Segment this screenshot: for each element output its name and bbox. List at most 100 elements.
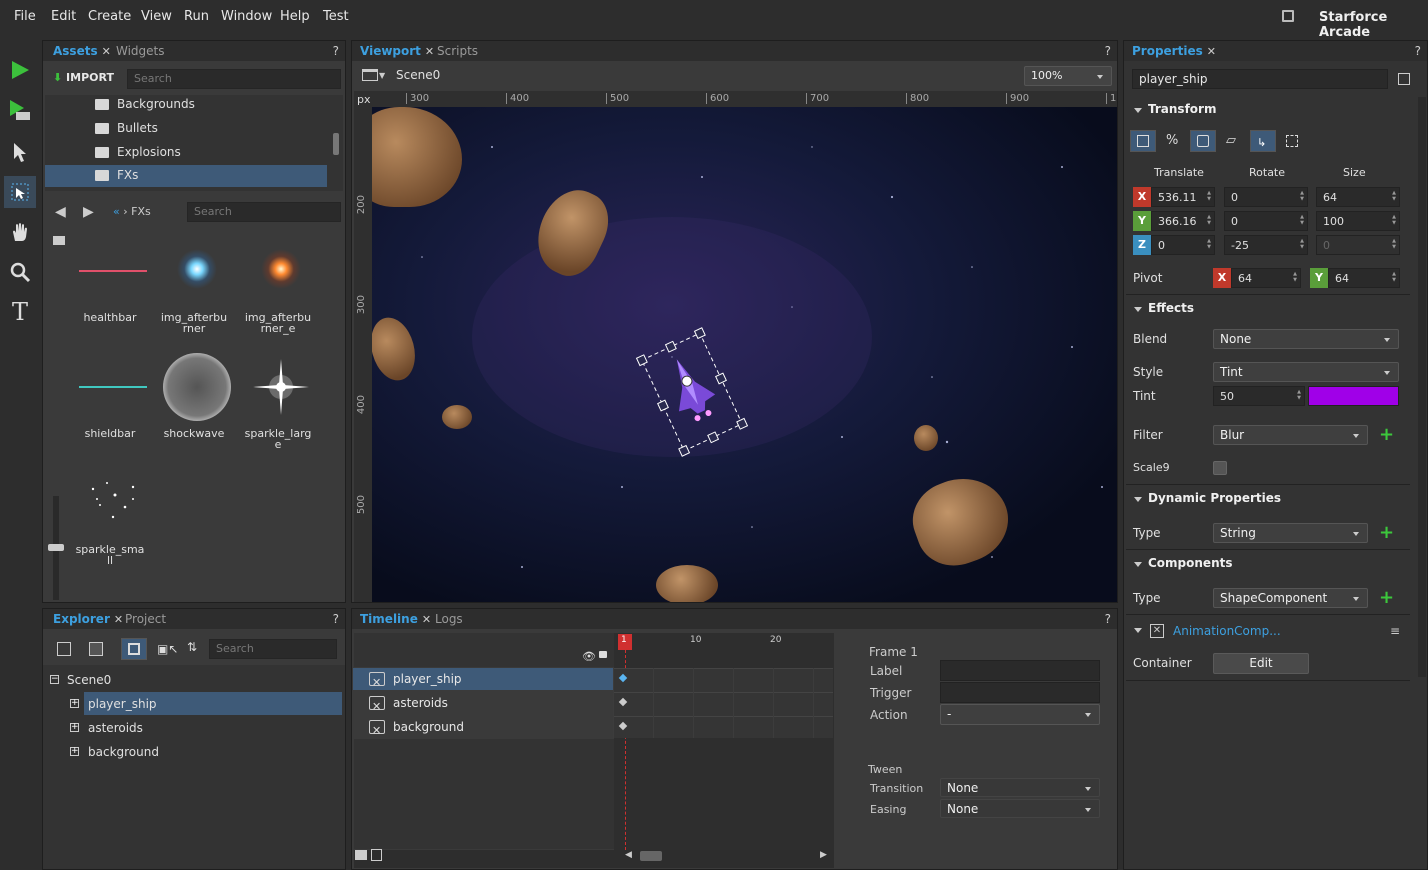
text-tool-icon[interactable]: T (4, 296, 36, 328)
save-icon[interactable] (1282, 10, 1294, 22)
shockwave-thumbnail[interactable] (163, 353, 231, 421)
filter-select-icon[interactable]: ▣↖ (157, 642, 178, 656)
folder-bullets[interactable]: Bullets (95, 121, 158, 141)
frame-label-input[interactable] (940, 660, 1100, 681)
edit-container-button[interactable]: Edit (1213, 653, 1309, 674)
action-select[interactable]: - (940, 704, 1100, 725)
folder-explosions[interactable]: Explosions (95, 145, 181, 165)
timeline-row-player-ship[interactable]: player_ship (353, 668, 613, 694)
select-mode-icon[interactable] (121, 638, 147, 660)
easing-select[interactable]: None (940, 799, 1100, 818)
hand-icon[interactable] (4, 216, 36, 248)
menu-test[interactable]: Test (323, 9, 349, 24)
tree-item-scene0[interactable]: Scene0 (67, 673, 111, 687)
tab-widgets[interactable]: Widgets (116, 44, 165, 58)
copy-icon[interactable] (1398, 73, 1410, 85)
frame-grid[interactable] (614, 633, 834, 857)
scroll-right-icon[interactable]: ▶ (820, 850, 827, 860)
asteroid[interactable] (656, 565, 718, 602)
new-item-icon[interactable] (57, 642, 71, 656)
visibility-icon[interactable]: 👁 (582, 650, 596, 663)
import-button[interactable]: ⬇ IMPORT (53, 71, 114, 84)
thumbnail-size-slider[interactable] (48, 496, 64, 600)
add-dynamic-property-icon[interactable]: + (1379, 524, 1394, 542)
animation-component-title[interactable]: AnimationComp... (1173, 624, 1281, 638)
keyframe-grid[interactable] (613, 668, 833, 738)
translate-z-field[interactable]: 0 (1151, 235, 1215, 255)
select-arrow-icon[interactable] (4, 136, 36, 168)
component-menu-icon[interactable]: ≡ (1390, 624, 1400, 638)
scrollbar-handle[interactable] (640, 851, 662, 861)
rotate-x-field[interactable]: 0 (1224, 187, 1308, 207)
folder-icon[interactable] (53, 236, 65, 245)
transform-section-header[interactable]: Transform (1126, 102, 1410, 124)
add-filter-icon[interactable]: + (1379, 426, 1394, 444)
bounds-mode-icon[interactable] (1130, 130, 1156, 152)
zoom-select[interactable]: 100% (1024, 66, 1112, 86)
dynamic-properties-section-header[interactable]: Dynamic Properties (1126, 491, 1410, 513)
tint-color-swatch[interactable] (1308, 386, 1399, 406)
effects-section-header[interactable]: Effects (1126, 301, 1410, 323)
size-y-field[interactable]: 100 (1316, 211, 1400, 231)
close-icon[interactable]: ✕ (102, 45, 111, 58)
menu-run[interactable]: Run (184, 9, 209, 24)
zoom-icon[interactable] (4, 256, 36, 288)
tab-explorer[interactable]: Explorer ✕ (53, 612, 123, 626)
scroll-left-icon[interactable]: ◀ (625, 850, 632, 860)
rotate-mode-icon[interactable] (1190, 130, 1216, 152)
scene-icon[interactable] (362, 69, 378, 81)
back-icon[interactable]: ◀ (55, 204, 66, 220)
menu-help[interactable]: Help (280, 9, 310, 24)
nav-search-input[interactable]: Search (187, 202, 341, 222)
tab-assets[interactable]: Assets ✕ (53, 44, 111, 58)
slider-handle[interactable] (48, 544, 64, 551)
menu-create[interactable]: Create (88, 9, 131, 24)
filter-select[interactable]: Blur (1213, 425, 1368, 445)
asteroid[interactable] (442, 405, 472, 429)
forward-icon[interactable]: ▶ (83, 204, 94, 220)
tree-item-player-ship[interactable]: player_ship (88, 697, 157, 711)
scrollbar[interactable] (333, 133, 339, 155)
help-icon[interactable]: ? (333, 612, 339, 626)
frame-trigger-input[interactable] (940, 682, 1100, 703)
sparkle-small-thumbnail[interactable] (85, 477, 141, 527)
menu-file[interactable]: File (14, 9, 36, 24)
expand-icon[interactable]: + (70, 699, 79, 708)
collapse-scene-icon[interactable]: − (50, 675, 59, 684)
translate-x-field[interactable]: 536.11 (1151, 187, 1215, 207)
folder-backgrounds[interactable]: Backgrounds (95, 97, 195, 117)
play-scene-icon[interactable] (4, 94, 36, 126)
object-name-field[interactable]: player_ship (1132, 69, 1388, 89)
close-icon[interactable]: ✕ (1207, 45, 1216, 58)
shieldbar-thumbnail[interactable] (79, 386, 147, 388)
style-select[interactable]: Tint (1213, 362, 1399, 382)
translate-y-field[interactable]: 366.16 (1151, 211, 1215, 231)
help-icon[interactable]: ? (1105, 44, 1111, 58)
trash-icon[interactable] (371, 849, 382, 861)
healthbar-thumbnail[interactable] (79, 270, 147, 272)
blend-select[interactable]: None (1213, 329, 1399, 349)
expand-icon[interactable]: + (70, 747, 79, 756)
timeline-row-asteroids[interactable]: asteroids (353, 692, 613, 718)
component-type-select[interactable]: ShapeComponent (1213, 588, 1368, 608)
tab-viewport[interactable]: Viewport ✕ (360, 44, 434, 58)
close-icon[interactable]: ✕ (422, 613, 431, 626)
player-ship-selection[interactable] (622, 317, 762, 467)
tint-amount-field[interactable]: 50 (1213, 386, 1305, 406)
collapse-icon[interactable] (1134, 628, 1142, 633)
timeline-row-background[interactable]: background (353, 716, 613, 742)
chevron-down-icon[interactable]: ▼ (379, 71, 385, 80)
close-icon[interactable]: ✕ (425, 45, 434, 58)
breadcrumb[interactable]: « › FXs (113, 205, 151, 218)
menu-view[interactable]: View (141, 9, 172, 24)
tab-project[interactable]: Project (125, 612, 166, 626)
lock-icon[interactable] (599, 651, 607, 658)
tab-properties[interactable]: Properties ✕ (1132, 44, 1216, 58)
size-x-field[interactable]: 64 (1316, 187, 1400, 207)
sort-az-icon[interactable]: ⇅ (187, 640, 197, 654)
tree-item-background[interactable]: background (88, 745, 159, 759)
rotate-y-field[interactable]: 0 (1224, 211, 1308, 231)
components-section-header[interactable]: Components (1126, 556, 1410, 578)
help-icon[interactable]: ? (1105, 612, 1111, 626)
afterburner-thumbnail[interactable] (177, 249, 217, 289)
